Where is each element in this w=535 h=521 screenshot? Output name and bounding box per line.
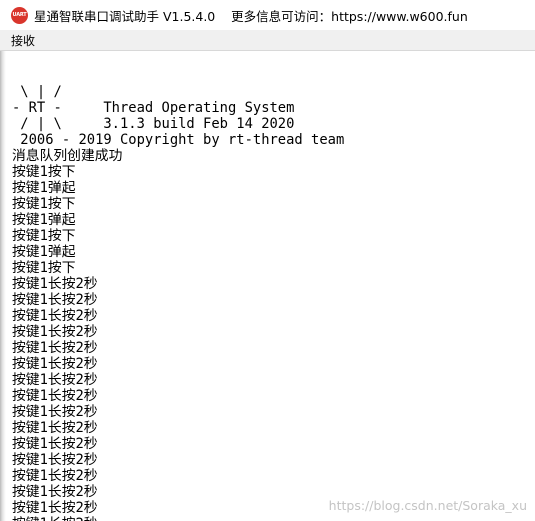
terminal-line: 按键1按下 xyxy=(12,164,76,180)
terminal-line: 按键1长按2秒 xyxy=(12,436,98,452)
terminal-output: \ | / - RT - Thread Operating System / | … xyxy=(12,68,344,521)
terminal-line: 2006 - 2019 Copyright by rt-thread team xyxy=(12,132,345,148)
left-border-shadow xyxy=(0,51,6,521)
terminal-line: 按键1长按2秒 xyxy=(12,276,98,292)
terminal-line: 按键1长按2秒 xyxy=(12,516,344,521)
terminal-line: 按键1长按2秒 xyxy=(12,388,98,404)
terminal-line: 按键1长按2秒 xyxy=(12,420,98,436)
terminal-line: 按键1弹起 xyxy=(12,244,76,260)
terminal-line: 按键1按下 xyxy=(12,228,76,244)
terminal-line: 按键1长按2秒 xyxy=(12,324,98,340)
terminal-line: 按键1长按2秒 xyxy=(12,404,98,420)
terminal-line: 按键1长按2秒 xyxy=(12,484,98,500)
terminal-line: 按键1长按2秒 xyxy=(12,372,98,388)
terminal-line: 按键1长按2秒 xyxy=(12,452,98,468)
terminal-line: / | \ 3.1.3 build Feb 14 2020 xyxy=(12,116,295,132)
terminal-line: 按键1弹起 xyxy=(12,212,76,228)
terminal-line: 按键1长按2秒 xyxy=(12,292,98,308)
terminal-line: 按键1长按2秒 xyxy=(12,340,98,356)
terminal-line: 按键1按下 xyxy=(12,260,76,276)
receive-text-area[interactable]: \ | / - RT - Thread Operating System / | … xyxy=(0,50,535,521)
terminal-line: \ | / xyxy=(12,84,62,100)
terminal-line: 按键1长按2秒 xyxy=(12,500,98,516)
terminal-line: 按键1长按2秒 xyxy=(12,308,98,324)
terminal-line: - RT - Thread Operating System xyxy=(12,100,295,116)
terminal-line: 按键1长按2秒 xyxy=(12,356,98,372)
menu-item-receive[interactable]: 接收 xyxy=(11,32,35,49)
window-title: 星通智联串口调试助手 V1.5.4.0 更多信息可访问：https://www.… xyxy=(34,9,468,24)
app-logo-icon: UART xyxy=(11,7,28,24)
terminal-line: 消息队列创建成功 xyxy=(12,148,123,164)
title-bar: UART 星通智联串口调试助手 V1.5.4.0 更多信息可访问：https:/… xyxy=(0,0,535,30)
terminal-line: 按键1按下 xyxy=(12,196,76,212)
menu-bar: 接收 xyxy=(0,30,535,50)
terminal-line: 按键1长按2秒 xyxy=(12,468,98,484)
terminal-line: 按键1弹起 xyxy=(12,180,76,196)
watermark-text: https://blog.csdn.net/Soraka_xu xyxy=(328,498,527,513)
